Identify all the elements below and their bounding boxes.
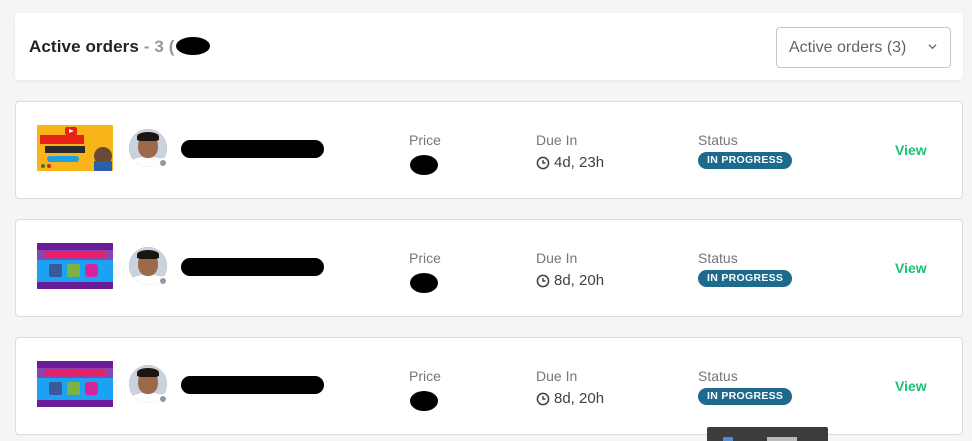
due-value: 8d, 20h	[536, 272, 604, 289]
status-label: Status	[698, 250, 738, 266]
view-order-link[interactable]: View	[895, 260, 927, 276]
status-label: Status	[698, 132, 738, 148]
gig-thumbnail[interactable]	[37, 243, 113, 289]
status-badge: IN PROGRESS	[698, 270, 793, 287]
due-label: Due In	[536, 132, 578, 148]
status-label: Status	[698, 368, 738, 384]
redacted-price	[410, 155, 438, 175]
status-badge: IN PROGRESS	[698, 388, 793, 405]
active-orders-header: Active orders - 3 ( Active orders (3)	[15, 13, 963, 80]
due-label: Due In	[536, 250, 578, 266]
redacted-count	[175, 37, 210, 56]
page-title: Active orders - 3 (	[29, 37, 210, 57]
clock-icon	[536, 392, 550, 405]
page-title-text: Active orders	[29, 37, 139, 56]
redacted-buyer-name	[181, 376, 324, 394]
online-status-dot	[158, 276, 168, 286]
redacted-buyer-name	[181, 140, 324, 158]
clock-icon	[536, 156, 550, 169]
redacted-buyer-name	[181, 258, 324, 276]
price-label: Price	[409, 368, 441, 384]
online-status-dot	[158, 158, 168, 168]
due-value: 4d, 23h	[536, 154, 604, 171]
price-label: Price	[409, 250, 441, 266]
gig-thumbnail[interactable]	[37, 125, 113, 171]
redacted-price	[410, 391, 438, 411]
price-label: Price	[409, 132, 441, 148]
due-label: Due In	[536, 368, 578, 384]
redacted-price	[410, 273, 438, 293]
due-text: 8d, 20h	[554, 272, 605, 289]
gig-thumbnail[interactable]	[37, 361, 113, 407]
clock-icon	[536, 274, 550, 287]
status-badge: IN PROGRESS	[698, 152, 793, 169]
orders-filter-dropdown[interactable]: Active orders (3)	[776, 27, 951, 68]
due-text: 4d, 23h	[554, 154, 605, 171]
order-card: Price Due In 8d, 20h Status IN PROGRESS …	[15, 337, 963, 435]
online-status-dot	[158, 394, 168, 404]
order-card: Price Due In 8d, 20h Status IN PROGRESS …	[15, 219, 963, 317]
due-text: 8d, 20h	[554, 390, 605, 407]
view-order-link[interactable]: View	[895, 378, 927, 394]
due-value: 8d, 20h	[536, 390, 604, 407]
order-count: - 3 (	[143, 37, 175, 56]
dropdown-label: Active orders (3)	[789, 38, 907, 56]
view-order-link[interactable]: View	[895, 142, 927, 158]
chevron-down-icon	[928, 44, 937, 50]
overlay-popup-edge	[707, 427, 828, 441]
order-card: Price Due In 4d, 23h Status IN PROGRESS …	[15, 101, 963, 199]
